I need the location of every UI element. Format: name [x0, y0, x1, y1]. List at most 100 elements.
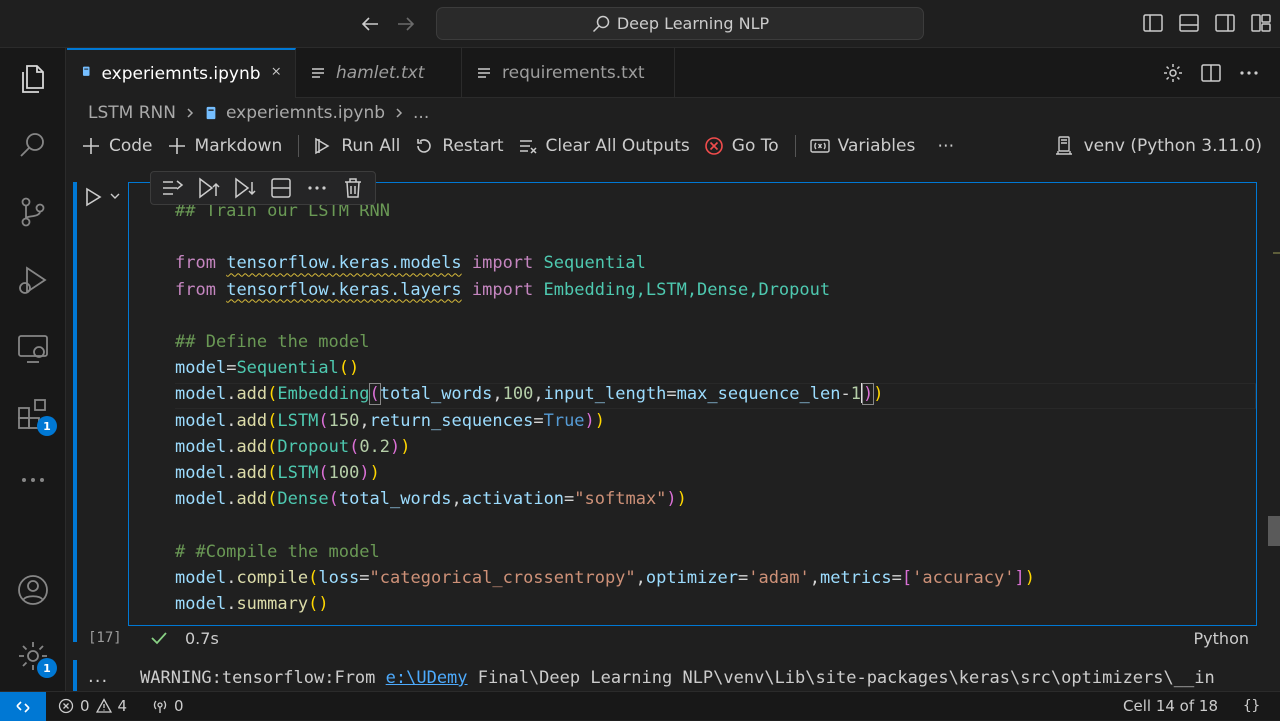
code-comment: ## Define the model: [175, 332, 370, 353]
code-param: return_sequences: [369, 410, 534, 431]
tab-hamlet[interactable]: hamlet.txt: [296, 48, 462, 98]
chevron-down-icon[interactable]: [109, 190, 121, 202]
code-keyword: import: [471, 279, 534, 300]
back-arrow-icon[interactable]: [358, 12, 382, 36]
code-func: add: [236, 489, 268, 510]
breadcrumb-folder[interactable]: LSTM RNN: [88, 103, 176, 123]
code-module: tensorflow.keras.layers: [226, 279, 462, 300]
code-func: add: [236, 436, 268, 457]
toggle-panel-icon[interactable]: [1178, 12, 1200, 34]
tab-label: requirements.txt: [502, 63, 645, 83]
remote-explorer-icon[interactable]: [15, 330, 51, 366]
breadcrumb-file[interactable]: experiemnts.ipynb: [226, 103, 385, 123]
more-actions-icon[interactable]: [1238, 62, 1260, 84]
code-line: from tensorflow.keras.models import Sequ…: [175, 250, 1035, 276]
add-markdown-cell-button[interactable]: Markdown: [167, 130, 283, 162]
search-icon[interactable]: [15, 128, 51, 164]
source-control-icon[interactable]: [15, 194, 51, 230]
remote-indicator-icon[interactable]: [0, 692, 46, 721]
code-class: Embedding,LSTM,Dense,Dropout: [543, 279, 831, 300]
ports-count: 0: [174, 697, 184, 715]
code-string: "softmax": [574, 489, 667, 510]
activity-bar: 1 1: [0, 48, 66, 691]
code-var: model: [175, 489, 227, 510]
more-cell-actions-icon[interactable]: [305, 176, 329, 200]
code-var: model: [175, 384, 227, 405]
tab-requirements[interactable]: requirements.txt: [462, 48, 675, 98]
code-class: LSTM: [277, 463, 319, 484]
split-editor-icon[interactable]: [1200, 62, 1222, 84]
cell-position: Cell 14 of 18: [1123, 697, 1218, 715]
code-var: total_words: [379, 384, 493, 405]
output-more-button[interactable]: ...: [88, 666, 108, 687]
execute-above-icon[interactable]: [161, 176, 185, 200]
execution-count: [17]: [88, 630, 122, 646]
kernel-picker[interactable]: venv (Python 3.11.0): [1054, 130, 1262, 162]
cell-position-status[interactable]: Cell 14 of 18: [1123, 696, 1218, 716]
code-line: model.add(LSTM(100)): [175, 463, 380, 484]
code-line: model=Sequential(): [175, 355, 1035, 381]
code-func: add: [236, 384, 268, 405]
cell-language[interactable]: Python: [1194, 629, 1249, 648]
toolbar-more-button[interactable]: ⋯: [937, 130, 954, 162]
text-file-icon: [476, 65, 492, 81]
toggle-secondary-sidebar-icon[interactable]: [1214, 12, 1236, 34]
toggle-primary-sidebar-icon[interactable]: [1142, 12, 1164, 34]
restart-button[interactable]: Restart: [414, 130, 504, 162]
forward-arrow-icon[interactable]: [394, 12, 418, 36]
code-op: =: [226, 358, 237, 379]
account-icon[interactable]: [15, 572, 51, 608]
code-line: model.add(LSTM(150,return_sequences=True…: [175, 410, 606, 431]
code-var: model: [175, 358, 227, 379]
variables-label: Variables: [837, 136, 916, 156]
output-focus-indicator: [73, 660, 77, 691]
go-to-button[interactable]: Go To: [704, 130, 779, 162]
variables-button[interactable]: Variables: [809, 130, 916, 162]
chevron-right-icon: [184, 107, 196, 119]
output-text: WARNING:tensorflow:From: [140, 668, 386, 688]
extensions-icon[interactable]: 1: [15, 396, 57, 436]
customize-layout-icon[interactable]: [1250, 12, 1272, 34]
split-cell-icon[interactable]: [269, 176, 293, 200]
notebook-braces-status[interactable]: {}: [1243, 696, 1260, 716]
run-all-button[interactable]: Run All: [313, 130, 400, 162]
run-above-icon[interactable]: [197, 176, 221, 200]
command-center-search[interactable]: Deep Learning NLP: [436, 7, 924, 40]
problems-status[interactable]: 0 4: [58, 696, 127, 716]
close-icon[interactable]: [271, 66, 281, 82]
breadcrumb-more[interactable]: ...: [413, 103, 429, 123]
explorer-icon[interactable]: [15, 60, 51, 96]
delete-trash-icon[interactable]: [341, 176, 365, 200]
ports-status[interactable]: 0: [152, 696, 184, 716]
settings-gear-icon[interactable]: [1162, 62, 1184, 84]
manage-gear-icon[interactable]: 1: [15, 638, 57, 678]
run-below-icon[interactable]: [233, 176, 257, 200]
clear-all-outputs-button[interactable]: Clear All Outputs: [518, 130, 690, 162]
add-markdown-label: Markdown: [194, 136, 283, 156]
add-code-cell-button[interactable]: Code: [81, 130, 153, 162]
success-check-icon: [150, 629, 168, 647]
extensions-badge: 1: [37, 416, 57, 436]
code-line: model.compile(loss="categorical_crossent…: [175, 567, 1035, 588]
code-param: input_length: [543, 384, 667, 405]
output-path-link[interactable]: e:\UDemy: [386, 668, 468, 688]
scrollbar-thumb[interactable]: [1268, 516, 1280, 546]
breadcrumb: LSTM RNN experiemnts.ipynb ...: [88, 101, 429, 125]
tab-experiments-notebook[interactable]: experiemnts.ipynb: [67, 48, 296, 98]
output-text: Final\Deep Learning NLP\venv\Lib\site-pa…: [467, 668, 1215, 688]
run-and-debug-icon[interactable]: [15, 262, 51, 298]
run-all-icon: [315, 137, 330, 155]
text-file-icon: [310, 65, 326, 81]
code-param: activation: [461, 489, 565, 510]
more-views-icon[interactable]: [15, 462, 51, 498]
editor-tabs: experiemnts.ipynb hamlet.txt requirement…: [67, 48, 1280, 98]
code-class: Sequential: [543, 253, 646, 274]
cell-focus-indicator: [73, 182, 77, 642]
variables-icon: [809, 139, 830, 153]
toolbar-divider: [794, 135, 796, 157]
braces-icon: {}: [1243, 698, 1260, 714]
clear-all-icon: [519, 140, 537, 154]
code-class: LSTM: [277, 410, 319, 431]
run-cell-icon[interactable]: [84, 187, 102, 207]
clear-outputs-label: Clear All Outputs: [545, 136, 690, 156]
